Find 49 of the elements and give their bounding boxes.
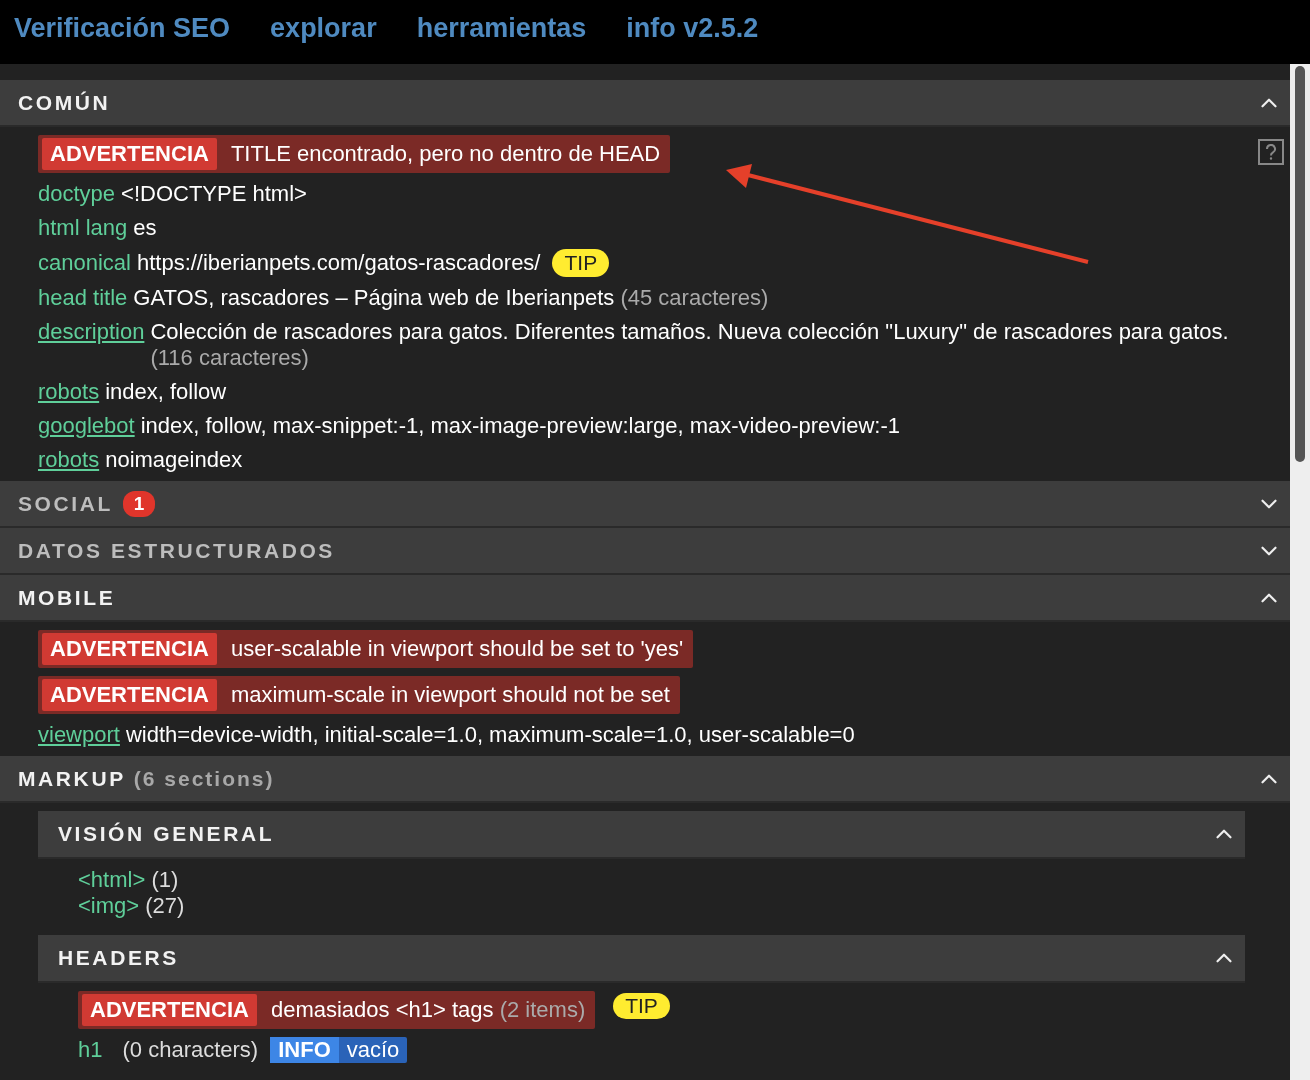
nav-link[interactable]: Verificación SEO xyxy=(14,12,231,44)
scrollbar[interactable] xyxy=(1290,64,1310,1080)
property-value: width=device-width, initial-scale=1.0, maximum-scale=1.0, user-scalable=0 xyxy=(125,722,855,748)
property-value: index, follow, max-snippet:-1, max-image-preview:large, max-video-preview:-1 xyxy=(140,413,900,439)
warning-text: maximum-scale in viewport should not be set xyxy=(230,682,670,708)
section-header[interactable]: MARKUP (6 sections) xyxy=(0,756,1290,803)
property-key[interactable]: description xyxy=(38,319,145,345)
tip-badge[interactable]: TIP xyxy=(613,993,670,1019)
property-key[interactable]: robots xyxy=(38,447,100,473)
warning-badge: ADVERTENCIA xyxy=(42,679,217,711)
heading-key: h1 xyxy=(78,1037,103,1063)
section-header[interactable]: DATOS ESTRUCTURADOS xyxy=(0,528,1290,575)
tip-badge[interactable]: TIP xyxy=(552,249,610,277)
section-subtitle: (6 sections) xyxy=(133,766,275,791)
property-value: Colección de rascadores para gatos. Diferentes tamaños. Nueva colección "Luxury" de rascadores para gatos. (116 caracteres) xyxy=(150,319,1230,371)
property-key[interactable]: robots xyxy=(38,379,100,405)
count-badge: 1 xyxy=(122,490,155,517)
scrollbar-thumb[interactable] xyxy=(1295,66,1305,462)
property-value: es xyxy=(133,215,157,241)
info-message: INFO vacío xyxy=(270,1037,408,1063)
warning-badge: ADVERTENCIA xyxy=(42,633,217,665)
help-icon[interactable] xyxy=(1258,139,1284,165)
property-key[interactable]: viewport xyxy=(38,722,120,748)
warning-badge: ADVERTENCIA xyxy=(42,138,217,170)
property-value: GATOS, rascadores – Página web de Iberianpets (45 caracteres) xyxy=(133,285,769,311)
property-value: <!DOCTYPE html> xyxy=(121,181,307,207)
nav-link[interactable]: explorar xyxy=(270,12,377,44)
property-value: https://iberianpets.com/gatos-rascadores/ xyxy=(136,250,541,276)
warning-text: user-scalable in viewport should be set to 'yes' xyxy=(230,636,684,662)
tag-count-line: <html> (1) xyxy=(78,867,180,893)
property-key: head title xyxy=(38,285,128,311)
warning-text: demasiados <h1> tags (2 items) xyxy=(270,997,586,1023)
section-header[interactable]: MOBILE xyxy=(0,575,1290,622)
nav-link[interactable]: info v2.5.2 xyxy=(626,12,759,44)
property-key: canonical xyxy=(38,250,131,276)
section-header[interactable]: SOCIAL 1 xyxy=(0,481,1290,528)
property-value: index, follow xyxy=(105,379,227,405)
section-header[interactable]: HEADERS xyxy=(38,935,1245,983)
nav-link[interactable]: herramientas xyxy=(416,12,587,44)
heading-length: (0 characters) xyxy=(122,1037,259,1063)
warning-badge: ADVERTENCIA xyxy=(82,994,257,1026)
property-value: noimageindex xyxy=(105,447,243,473)
tag-count-line: <img> (27) xyxy=(78,893,186,919)
property-key: doctype xyxy=(38,181,116,207)
property-key[interactable]: googlebot xyxy=(38,413,135,439)
warning-text: TITLE encontrado, pero no dentro de HEAD xyxy=(230,141,661,167)
section-header[interactable]: VISIÓN GENERAL xyxy=(38,811,1245,859)
property-key: html lang xyxy=(38,215,128,241)
section-header[interactable]: COMÚN xyxy=(0,80,1290,127)
